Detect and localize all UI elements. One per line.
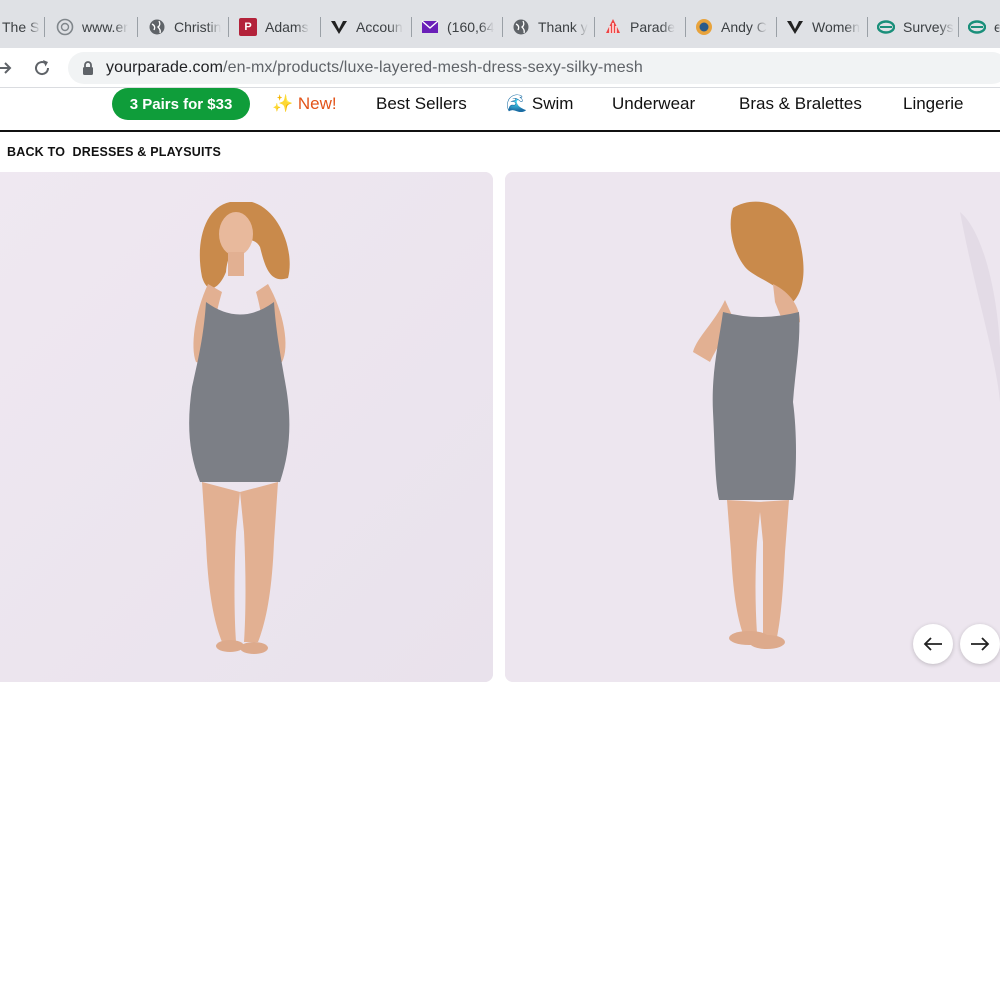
browser-tab-strip: The Sh www.er Christin P Adams Accoun (1…	[0, 0, 1000, 48]
tab-title: Andy C	[721, 19, 767, 35]
tab-title: Thank y	[538, 19, 588, 35]
url-path: /en-mx/products/luxe-layered-mesh-dress-…	[223, 59, 643, 76]
browser-tab[interactable]: P Adams	[231, 10, 319, 44]
browser-tab[interactable]: Surveys	[869, 10, 957, 44]
tab-title: Christin	[174, 19, 222, 35]
tab-title: Parade	[630, 19, 676, 35]
globe-icon	[512, 18, 530, 36]
browser-tab[interactable]: The Sh	[0, 10, 40, 44]
browser-tab[interactable]: Andy C	[687, 10, 775, 44]
browser-tab[interactable]: Thank y	[504, 10, 592, 44]
browser-tab[interactable]: e	[960, 10, 1000, 44]
product-image-front[interactable]	[0, 172, 493, 682]
arrow-left-icon	[923, 637, 942, 651]
arrow-right-icon	[971, 637, 990, 651]
badge-icon	[695, 18, 713, 36]
browser-tab[interactable]: (160,64	[413, 10, 501, 44]
browser-tab[interactable]: Parade	[596, 10, 684, 44]
survey-icon	[877, 18, 895, 36]
tab-title: Surveys	[903, 19, 954, 35]
browser-tab[interactable]: www.er	[48, 10, 136, 44]
browser-tab[interactable]: Women	[778, 10, 866, 44]
tab-title: Accoun	[356, 19, 403, 35]
tab-title: e	[994, 19, 1000, 35]
tab-title: (160,64	[447, 19, 495, 35]
breadcrumb-category[interactable]: DRESSES & PLAYSUITS	[72, 145, 221, 159]
carousel-next-button[interactable]	[960, 624, 1000, 664]
product-image-back[interactable]	[505, 172, 1000, 682]
nav-link-underwear[interactable]: Underwear	[612, 94, 695, 114]
forward-arrow-icon[interactable]	[0, 56, 16, 80]
carousel-prev-button[interactable]	[913, 624, 953, 664]
leaf-icon	[330, 18, 348, 36]
site-nav: 3 Pairs for $33 ✨ New! Best Sellers 🌊 Sw…	[0, 88, 1000, 132]
browser-toolbar: yourparade.com/en-mx/products/luxe-layer…	[0, 48, 1000, 88]
browser-tab[interactable]: Accoun	[322, 10, 410, 44]
tab-title: The Sh	[2, 19, 40, 35]
breadcrumb-prefix: BACK TO	[7, 145, 66, 159]
tab-title: Women	[812, 19, 860, 35]
tent-icon	[604, 18, 622, 36]
tab-title: www.er	[82, 19, 128, 35]
nav-link-lingerie[interactable]: Lingerie	[903, 94, 964, 114]
survey-icon	[968, 18, 986, 36]
brand-icon: P	[239, 18, 257, 36]
lock-icon	[83, 61, 93, 75]
breadcrumb[interactable]: BACK TO DRESSES & PLAYSUITS	[7, 145, 221, 159]
globe-icon	[148, 18, 166, 36]
leaf-icon	[786, 18, 804, 36]
mail-icon	[421, 18, 439, 36]
tab-title: Adams	[265, 19, 309, 35]
nav-link-best-sellers[interactable]: Best Sellers	[376, 94, 467, 114]
nav-link-bras-bralettes[interactable]: Bras & Bralettes	[739, 94, 862, 114]
promo-button[interactable]: 3 Pairs for $33	[112, 88, 250, 120]
url-text: yourparade.com/en-mx/products/luxe-layer…	[106, 59, 643, 77]
reload-icon[interactable]	[30, 56, 54, 80]
url-host: yourparade.com	[106, 59, 224, 76]
nav-link-swim[interactable]: 🌊 Swim	[506, 94, 573, 114]
page-icon	[56, 18, 74, 36]
browser-tab[interactable]: Christin	[140, 10, 228, 44]
nav-link-new[interactable]: ✨ New!	[272, 94, 337, 114]
address-bar[interactable]: yourparade.com/en-mx/products/luxe-layer…	[68, 52, 1000, 84]
